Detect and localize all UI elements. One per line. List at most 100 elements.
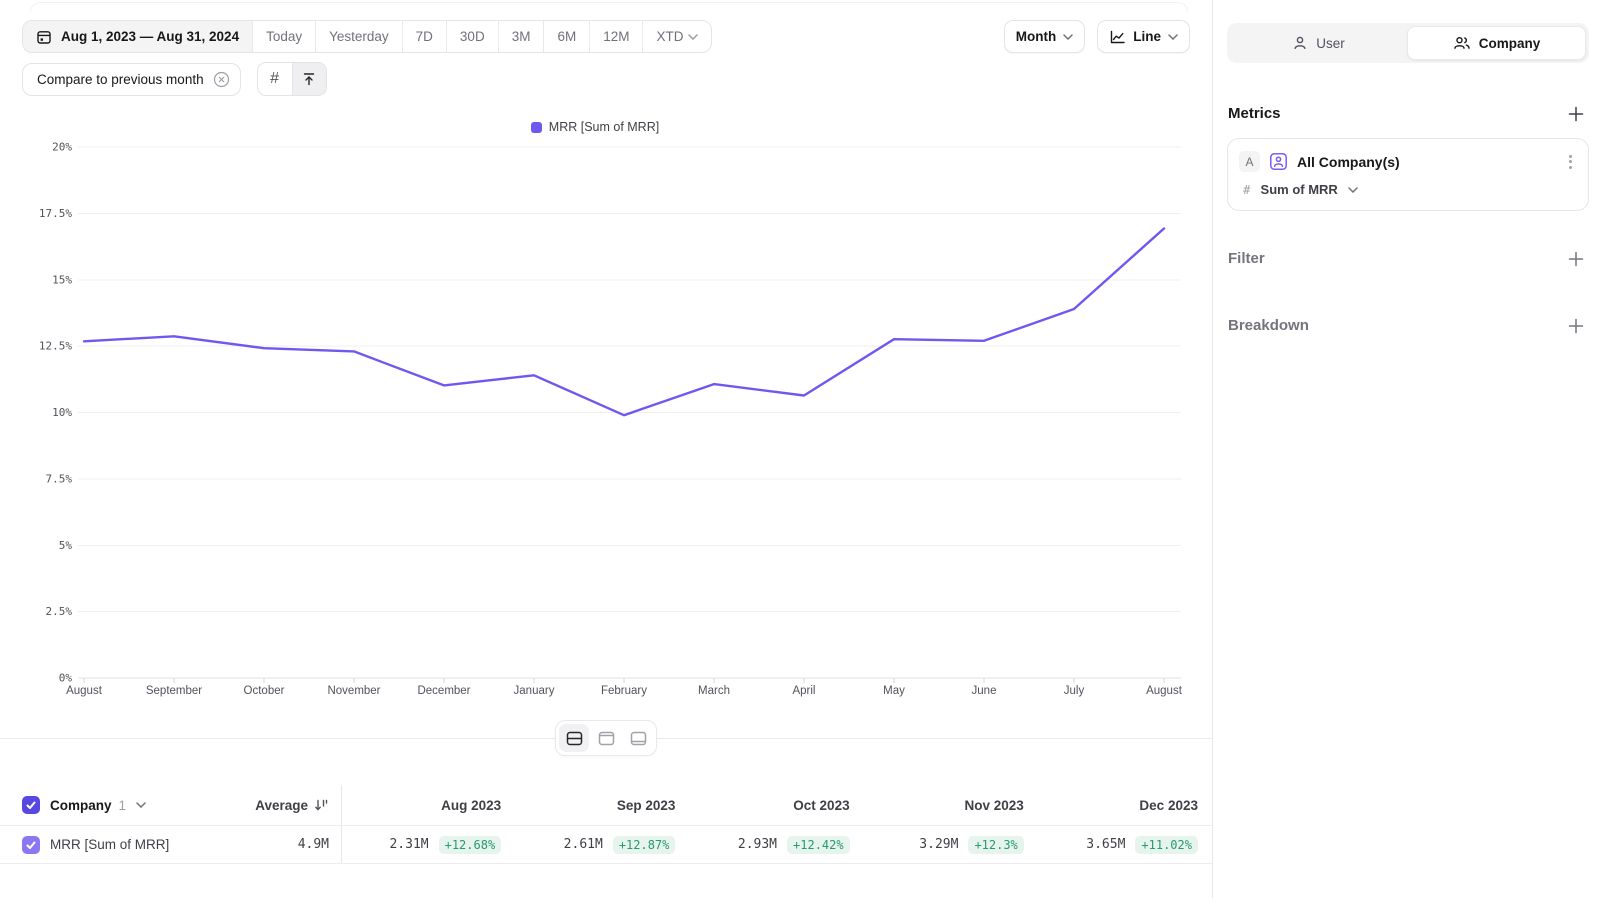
line-chart-icon [1109,29,1126,45]
svg-text:October: October [244,685,285,697]
svg-text:September: September [146,685,202,697]
metrics-title: Metrics [1228,105,1281,122]
date-preset-group: Aug 1, 2023 — Aug 31, 2024 Today Yesterd… [22,20,712,53]
preset-30d[interactable]: 30D [446,21,498,52]
group-count: 1 [119,798,127,813]
cell-value: 3.29M [919,837,958,852]
cumulative-toggle[interactable] [292,63,326,95]
config-sidebar: User Company Metrics A All Company(s) [1212,0,1600,898]
average-column-label: Average [255,798,308,813]
chevron-down-icon [1063,34,1073,40]
change-badge: +12.87% [613,836,676,854]
preset-xtd-dropdown[interactable]: XTD [642,21,711,52]
chevron-down-icon [1348,187,1358,193]
change-badge: +12.3% [968,836,1023,854]
cell-value: 2.61M [564,837,603,852]
cell-value: 3.65M [1086,837,1125,852]
select-all-checkbox[interactable] [22,796,40,814]
month-column-header: Nov 2023 [864,785,1038,825]
svg-text:17.5%: 17.5% [39,207,72,220]
card-top-edge [30,2,1188,12]
preset-6m[interactable]: 6M [543,21,589,52]
grid-values-toggle[interactable]: # [258,63,292,95]
svg-text:15%: 15% [52,273,72,286]
bottom-bar-layout-icon [630,731,647,746]
svg-text:2.5%: 2.5% [46,605,73,618]
add-metric-icon[interactable] [1568,106,1584,122]
sort-descending-icon[interactable] [314,798,329,812]
change-badge: +11.02% [1135,836,1198,854]
date-range-button[interactable]: Aug 1, 2023 — Aug 31, 2024 [23,21,252,52]
preset-3m[interactable]: 3M [498,21,544,52]
add-filter-icon[interactable] [1568,251,1584,267]
month-column-header: Dec 2023 [1038,785,1212,825]
change-badge: +12.68% [439,836,502,854]
month-column-header: Sep 2023 [515,785,689,825]
preset-7d[interactable]: 7D [402,21,446,52]
preset-yesterday[interactable]: Yesterday [315,21,402,52]
tab-user[interactable]: User [1230,26,1407,60]
chevron-down-icon [688,34,698,40]
table-header-row: Company 1 Average Aug 2023 Sep 2023 Oct … [0,785,1212,826]
svg-text:April: April [792,685,815,697]
svg-text:July: July [1064,685,1085,697]
calendar-icon [36,29,52,45]
cell-value: 2.93M [738,837,777,852]
number-type-icon: # [1243,182,1251,197]
remove-compare-icon[interactable] [213,71,230,88]
svg-text:January: January [514,685,555,697]
svg-text:August: August [66,685,103,697]
row-average: 4.9M [298,837,329,852]
value-display-toggle: # [257,62,327,96]
hash-icon: # [270,70,279,88]
chart-controls: Month Line [1004,20,1190,53]
svg-text:November: November [327,685,380,697]
breakdown-table: Company 1 Average Aug 2023 Sep 2023 Oct … [0,785,1212,864]
svg-text:December: December [417,685,470,697]
svg-text:7.5%: 7.5% [46,472,73,485]
aggregation-label: Sum of MRR [1261,182,1338,197]
mrr-line-chart[interactable]: 0%2.5%5%7.5%10%12.5%15%17.5%20%AugustSep… [0,116,1212,708]
month-column-header: Aug 2023 [341,785,515,825]
layout-switcher-row [0,708,1212,768]
change-badge: +12.42% [787,836,850,854]
tab-company[interactable]: Company [1407,26,1586,60]
svg-text:12.5%: 12.5% [39,340,72,353]
breakdown-title: Breakdown [1228,317,1309,334]
chart-type-dropdown[interactable]: Line [1097,20,1190,53]
svg-text:20%: 20% [52,141,72,154]
compare-chip-label: Compare to previous month [37,72,204,87]
metric-aggregation-dropdown[interactable]: # Sum of MRR [1239,182,1576,197]
chevron-down-icon [1168,34,1178,40]
report-panel: Aug 1, 2023 — Aug 31, 2024 Today Yesterd… [0,0,1212,898]
preset-12m[interactable]: 12M [589,21,642,52]
svg-text:June: June [972,685,997,697]
chevron-down-icon[interactable] [136,802,146,808]
row-checkbox[interactable] [22,836,40,854]
breakdown-section: Breakdown [1228,317,1584,334]
analytics-app: Aug 1, 2023 — Aug 31, 2024 Today Yesterd… [0,0,1600,898]
entity-tabs: User Company [1227,23,1589,63]
user-icon [1292,35,1308,51]
toolbar-row2: Compare to previous month # [22,62,1190,96]
row-label: MRR [Sum of MRR] [50,837,169,852]
cell-value: 2.31M [389,837,428,852]
layout-table-only-button[interactable] [623,724,653,752]
metric-letter-badge: A [1239,151,1260,172]
svg-text:August: August [1146,685,1183,697]
add-breakdown-icon[interactable] [1568,318,1584,334]
layout-chart-only-button[interactable] [591,724,621,752]
svg-text:10%: 10% [52,406,72,419]
table-row[interactable]: MRR [Sum of MRR] 4.9M 2.31M +12.68% 2.61M… [0,826,1212,864]
granularity-dropdown[interactable]: Month [1004,20,1085,53]
layout-split-button[interactable] [559,724,589,752]
metric-card[interactable]: A All Company(s) # Sum of MRR [1227,138,1589,211]
arrow-up-to-line-icon [301,71,317,87]
toolbar: Aug 1, 2023 — Aug 31, 2024 Today Yesterd… [22,20,1190,53]
users-icon [1453,35,1471,51]
svg-text:0%: 0% [59,672,73,685]
metric-menu-icon[interactable] [1565,153,1576,171]
preset-today[interactable]: Today [252,21,315,52]
compare-chip[interactable]: Compare to previous month [22,63,241,96]
svg-text:February: February [601,685,647,697]
